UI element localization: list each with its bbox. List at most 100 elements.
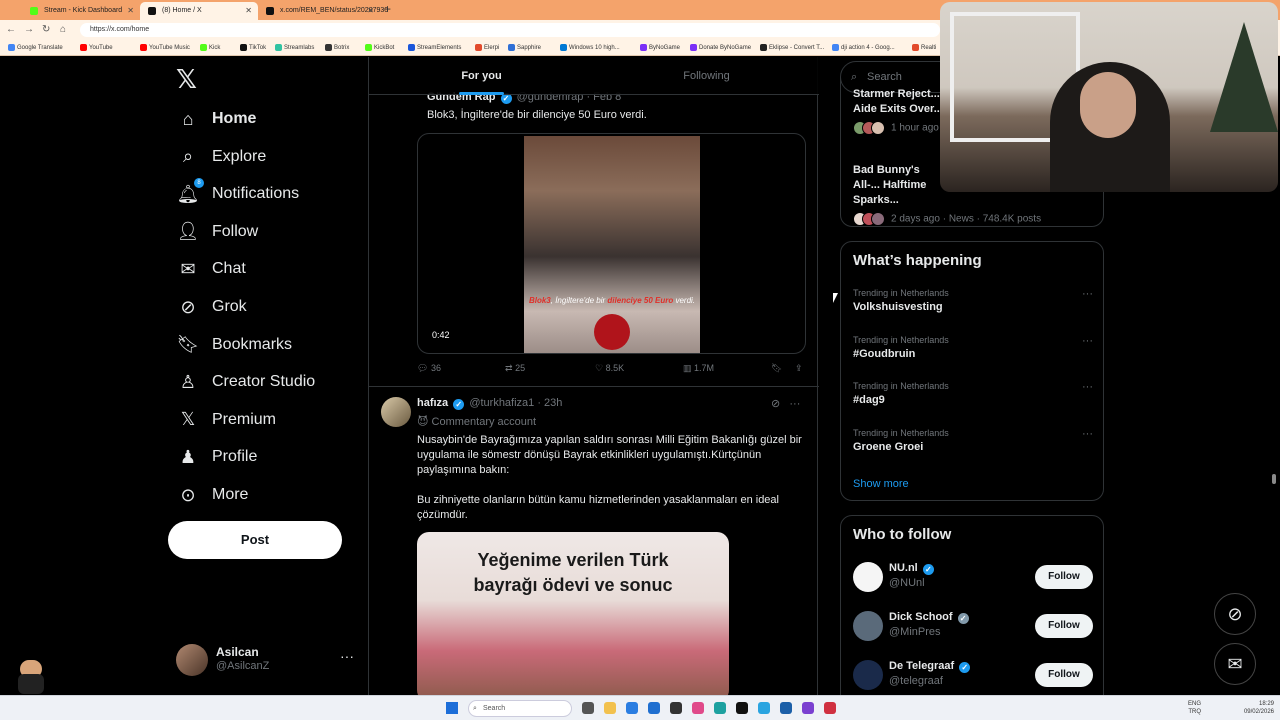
- views-button[interactable]: ▥ 1.7M: [683, 363, 714, 374]
- news-item[interactable]: Starmer Reject... Aide Exits Over... 1 h…: [853, 87, 943, 135]
- nav-item-premium[interactable]: 𝕏 Premium: [176, 402, 366, 438]
- repost-button[interactable]: ⇄ 25: [505, 363, 525, 374]
- trend-item[interactable]: Trending in Netherlands Groene Groei ···: [853, 428, 1093, 453]
- follow-suggestion[interactable]: NU.nl ✓ @NUnl Follow: [853, 560, 1093, 594]
- url-input[interactable]: https://x.com/home: [80, 23, 940, 37]
- grok-fab-icon[interactable]: ⊘: [1214, 593, 1256, 635]
- bookmark-item[interactable]: Sapphire: [508, 40, 541, 56]
- follow-suggestion[interactable]: Dick Schoof ✓ @MinPres Follow: [853, 609, 1093, 643]
- channel-stamp-logo: [594, 314, 630, 350]
- follow-button[interactable]: Follow: [1035, 565, 1093, 589]
- trend-item[interactable]: Trending in Netherlands #Goudbruin ···: [853, 335, 1093, 360]
- nav-item-home[interactable]: ⌂ Home: [176, 101, 366, 137]
- task-view-icon[interactable]: [582, 702, 594, 714]
- nav-item-profile[interactable]: ♟ Profile: [176, 439, 366, 475]
- bookmark-item[interactable]: YouTube: [80, 40, 113, 56]
- app-icon[interactable]: [780, 702, 792, 714]
- post-author[interactable]: hafıza: [417, 397, 448, 409]
- trend-item[interactable]: Trending in Netherlands #dag9 ···: [853, 381, 1093, 406]
- bookmark-item[interactable]: Botrix: [325, 40, 349, 56]
- bookmark-item[interactable]: Windows 10 high...: [560, 40, 620, 56]
- bookmark-item[interactable]: TikTok: [240, 40, 266, 56]
- bookmark-item[interactable]: Streamlabs: [275, 40, 314, 56]
- bookmark-item[interactable]: dji action 4 - Goog...: [832, 40, 895, 56]
- bookmark-item[interactable]: StreamElements: [408, 40, 461, 56]
- reload-icon[interactable]: ↻: [42, 24, 50, 35]
- edge-icon[interactable]: [714, 702, 726, 714]
- nav-item-more[interactable]: ⊙ More: [176, 477, 366, 513]
- bookmark-item[interactable]: Elerpi: [475, 40, 499, 56]
- nav-item-notifications[interactable]: 🔔︎ 8 Notifications: [176, 176, 366, 212]
- bookmark-item[interactable]: ByNoGame: [640, 40, 680, 56]
- more-icon[interactable]: ···: [340, 648, 354, 664]
- more-icon[interactable]: ···: [1082, 288, 1093, 300]
- post-handle[interactable]: @turkhafiza1 · 23h: [469, 397, 562, 409]
- home-browser-icon[interactable]: ⌂: [60, 24, 66, 35]
- x-logo-icon[interactable]: 𝕏: [176, 65, 197, 95]
- nav-item-grok[interactable]: ⊘ Grok: [176, 289, 366, 325]
- close-tab-icon[interactable]: ✕: [367, 2, 374, 20]
- browser-tab-home-x[interactable]: (8) Home / X ✕: [140, 2, 258, 20]
- close-tab-icon[interactable]: ✕: [245, 2, 252, 20]
- more-icon[interactable]: ···: [1082, 381, 1093, 393]
- avatar[interactable]: [381, 397, 411, 427]
- steam-icon[interactable]: [758, 702, 770, 714]
- bookmark-item[interactable]: YouTube Music: [140, 40, 190, 56]
- post-button[interactable]: Post: [168, 521, 342, 559]
- more-icon[interactable]: ···: [789, 398, 800, 410]
- bookmark-favicon-icon: [560, 44, 567, 51]
- browser-tab-kick[interactable]: Stream - Kick Dashboard ✕: [22, 2, 140, 20]
- bookmark-item[interactable]: Realti: [912, 40, 936, 56]
- follow-button[interactable]: Follow: [1035, 614, 1093, 638]
- tab-for-you[interactable]: For you: [369, 57, 594, 95]
- discord-icon[interactable]: [802, 702, 814, 714]
- account-name: De Telegraaf ✓: [889, 660, 972, 673]
- store-icon[interactable]: [648, 702, 660, 714]
- messages-fab-icon[interactable]: ✉: [1214, 643, 1256, 685]
- obs-icon[interactable]: [824, 702, 836, 714]
- back-icon[interactable]: ←: [6, 24, 16, 35]
- divider: [369, 386, 819, 387]
- video-player[interactable]: Blok3, İngiltere'de bir dilenciye 50 Eur…: [417, 133, 806, 354]
- settings-icon[interactable]: [670, 702, 682, 714]
- nav-item-creator-studio[interactable]: ♙ Creator Studio: [176, 364, 366, 400]
- trend-item[interactable]: Trending in Netherlands Volkshuisvesting ·…: [853, 288, 1093, 313]
- account-switcher[interactable]: Asilcan @AsilcanZ ···: [176, 642, 356, 678]
- scrollbar-thumb[interactable]: [1272, 474, 1276, 484]
- post-image[interactable]: Yeğenime verilen Türk bayrağı ödevi ve so…: [417, 532, 729, 695]
- bookmark-icon[interactable]: 🔖︎: [771, 363, 782, 374]
- clock[interactable]: 18:29 09/02/2026: [1234, 700, 1274, 716]
- mail-app-icon[interactable]: [626, 702, 638, 714]
- app-icon[interactable]: [692, 702, 704, 714]
- tab-following[interactable]: Following: [594, 57, 819, 95]
- file-explorer-icon[interactable]: [604, 702, 616, 714]
- show-more-link[interactable]: Show more: [853, 478, 909, 490]
- more-icon[interactable]: ···: [1082, 335, 1093, 347]
- follow-suggestion[interactable]: De Telegraaf ✓ @telegraaf Follow: [853, 658, 1093, 692]
- bookmark-item[interactable]: KickBot: [365, 40, 394, 56]
- nav-item-bookmarks[interactable]: 🔖︎ Bookmarks: [176, 327, 366, 363]
- more-icon[interactable]: ···: [1082, 428, 1093, 440]
- mail-icon: ✉: [180, 258, 196, 279]
- reply-button[interactable]: 💬︎ 36: [417, 363, 441, 374]
- language-indicator[interactable]: ENG TRQ: [1188, 700, 1201, 716]
- windows-start-icon[interactable]: [446, 702, 458, 714]
- like-button[interactable]: ♡ 8.5K: [595, 363, 624, 374]
- nav-item-explore[interactable]: ⌕ Explore: [176, 139, 366, 175]
- browser-tab-status[interactable]: x.com/REM_BEN/status/20207930 ✕: [258, 2, 388, 20]
- bookmark-item[interactable]: Kick: [200, 40, 220, 56]
- nav-item-follow[interactable]: 👤︎ Follow: [176, 214, 366, 250]
- share-icon[interactable]: ⇪: [795, 363, 803, 374]
- bookmark-item[interactable]: Donate ByNoGame: [690, 40, 751, 56]
- capcut-icon[interactable]: [736, 702, 748, 714]
- grok-icon[interactable]: ⊘: [771, 398, 780, 410]
- follow-button[interactable]: Follow: [1035, 663, 1093, 687]
- new-tab-icon[interactable]: +: [384, 2, 391, 16]
- bookmark-item[interactable]: Eklipse - Convert T...: [760, 40, 824, 56]
- bookmark-item[interactable]: Google Translate: [8, 40, 63, 56]
- nav-label: More: [212, 486, 249, 503]
- nav-item-chat[interactable]: ✉ Chat: [176, 251, 366, 287]
- close-tab-icon[interactable]: ✕: [127, 2, 134, 20]
- taskbar-search[interactable]: ⌕ Search: [468, 700, 572, 717]
- forward-icon[interactable]: →: [24, 24, 34, 35]
